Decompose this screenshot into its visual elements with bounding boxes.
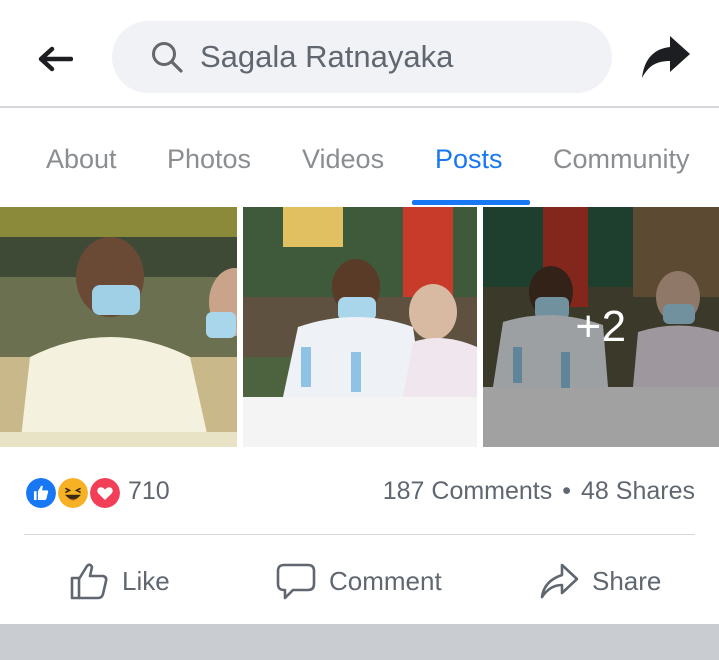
comment-bubble-icon: [276, 563, 316, 600]
actions-divider: [24, 534, 695, 535]
post-photo-2[interactable]: [243, 207, 477, 447]
profile-tabs: About Photos Videos Posts Community: [0, 110, 719, 205]
post-actions: Like Comment Share: [0, 545, 719, 617]
comment-button[interactable]: Comment: [275, 555, 442, 607]
search-icon: [152, 42, 183, 73]
tab-videos[interactable]: Videos: [302, 142, 384, 176]
more-photos-overlay: +2: [483, 207, 719, 447]
tab-about[interactable]: About: [46, 142, 117, 176]
shares-count-link[interactable]: 48 Shares: [581, 477, 695, 506]
search-input[interactable]: Sagala Ratnayaka: [112, 21, 612, 93]
reaction-count[interactable]: 710: [128, 477, 170, 506]
like-reaction-icon: [24, 476, 58, 510]
post-photo-1[interactable]: [0, 207, 237, 447]
share-button[interactable]: Share: [538, 555, 661, 607]
haha-reaction-icon: [56, 476, 90, 510]
reaction-icons[interactable]: [24, 476, 122, 510]
share-label: Share: [592, 565, 662, 596]
back-button[interactable]: [34, 38, 76, 80]
tab-posts[interactable]: Posts: [435, 142, 503, 176]
post-photo-grid: +2: [0, 207, 719, 447]
comment-label: Comment: [329, 565, 442, 596]
post-photo-3-more[interactable]: +2: [483, 207, 719, 447]
more-photos-count: +2: [575, 302, 627, 351]
top-bar: Sagala Ratnayaka: [0, 0, 719, 108]
back-arrow-icon: [38, 46, 73, 72]
active-tab-indicator: [412, 200, 530, 205]
love-reaction-icon: [88, 476, 122, 510]
tab-community[interactable]: Community: [553, 142, 690, 176]
comments-count-link[interactable]: 187 Comments: [383, 477, 553, 506]
reactions-summary: 710 187 Comments • 48 Shares: [0, 460, 719, 524]
feed-separator-band: [0, 624, 719, 660]
like-button[interactable]: Like: [68, 555, 170, 607]
share-arrow-icon: [642, 36, 690, 78]
meta-separator: •: [562, 477, 572, 505]
share-page-button[interactable]: [638, 32, 694, 82]
share-outline-icon: [540, 563, 579, 599]
like-label: Like: [122, 565, 170, 596]
post-engagement-meta: 187 Comments • 48 Shares: [383, 477, 695, 506]
tab-photos[interactable]: Photos: [167, 142, 251, 176]
search-value: Sagala Ratnayaka: [200, 39, 454, 74]
thumbs-up-icon: [70, 563, 108, 600]
